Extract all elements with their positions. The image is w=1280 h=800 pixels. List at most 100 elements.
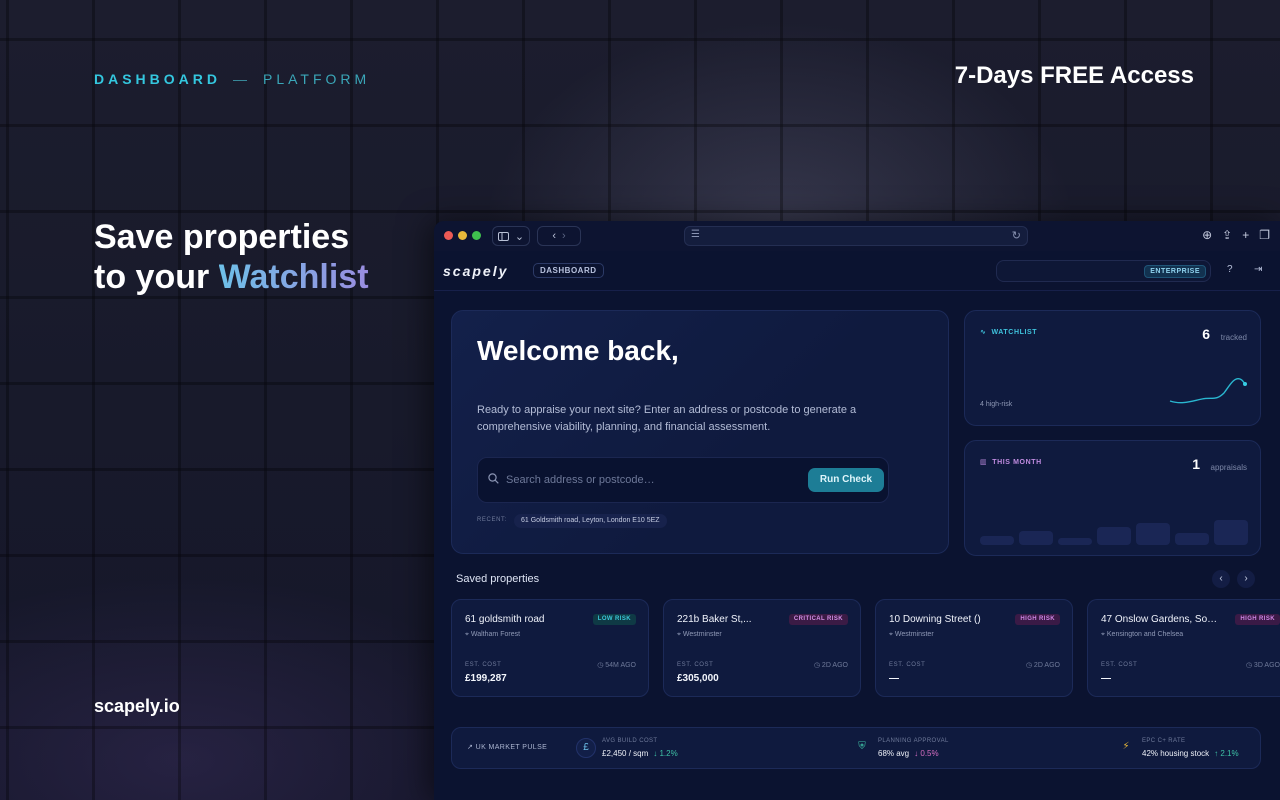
month-bar	[1097, 527, 1131, 545]
section-pill: DASHBOARD	[533, 263, 604, 278]
headline-line-2: to your Watchlist	[94, 257, 369, 297]
property-name: 221b Baker St,...	[677, 614, 752, 625]
property-card[interactable]: 10 Downing Street () ⌖ Westminster HIGH …	[875, 599, 1073, 697]
account-switcher[interactable]: ENTERPRISE	[996, 260, 1211, 282]
search-input[interactable]	[506, 472, 796, 488]
risk-badge: LOW RISK	[592, 614, 636, 625]
metric-change: ↑ 2.1%	[1214, 749, 1239, 758]
maximize-window-dot[interactable]	[472, 231, 481, 240]
property-location-text: Waltham Forest	[470, 631, 521, 638]
property-card[interactable]: 61 goldsmith road ⌖ Waltham Forest LOW R…	[451, 599, 649, 697]
month-bar	[1175, 533, 1209, 545]
address-bar[interactable]: ☰ ↻	[684, 226, 1028, 246]
risk-badge: HIGH RISK	[1235, 614, 1280, 625]
updated-ago: ◷ 2D AGO	[814, 661, 848, 669]
property-location-text: Westminster	[682, 631, 722, 638]
cost-label: EST. COST	[677, 662, 714, 668]
run-check-button[interactable]: Run Check	[808, 468, 884, 492]
clock-icon: ◷	[1025, 662, 1034, 669]
month-bar	[1214, 520, 1248, 545]
close-window-dot[interactable]	[444, 231, 453, 240]
property-location: ⌖ Westminster	[677, 631, 722, 639]
plan-badge: ENTERPRISE	[1144, 265, 1206, 278]
risk-badge: HIGH RISK	[1015, 614, 1060, 625]
updated-ago-text: 54M AGO	[605, 662, 636, 669]
section-overline: DASHBOARD — PLATFORM	[94, 71, 370, 87]
this-month-card[interactable]: ▥ THIS MONTH 1 appraisals	[964, 440, 1261, 556]
search-icon	[488, 473, 499, 484]
page-settings-icon[interactable]: ☰	[691, 229, 700, 240]
cost-label: EST. COST	[1101, 662, 1138, 668]
updated-ago: ◷ 2D AGO	[1026, 661, 1060, 669]
help-icon[interactable]: ?	[1227, 264, 1233, 275]
browser-actions: ⊕ ⇪ + ❐	[1202, 228, 1270, 242]
new-tab-icon[interactable]: +	[1242, 228, 1249, 242]
estimated-cost: £199,287	[465, 673, 507, 684]
clock-icon: ◷	[1245, 662, 1254, 669]
metric-value: 42% housing stock ↑ 2.1%	[1142, 749, 1239, 758]
tabs-overview-icon[interactable]: ❐	[1259, 228, 1270, 242]
share-icon[interactable]: ⇪	[1222, 228, 1232, 242]
next-arrow-button[interactable]: ›	[1237, 570, 1255, 588]
pound-icon: £	[576, 738, 596, 758]
property-name: 61 goldsmith road	[465, 614, 545, 625]
activity-icon: ∿	[980, 329, 987, 336]
this-month-title-text: THIS MONTH	[992, 459, 1042, 466]
download-icon[interactable]: ⊕	[1202, 228, 1212, 242]
property-location: ⌖ Kensington and Chelsea	[1101, 631, 1183, 639]
app-logo[interactable]: scapely	[443, 263, 508, 279]
watchlist-title-text: WATCHLIST	[991, 329, 1038, 336]
overline-primary: DASHBOARD	[94, 71, 221, 87]
market-pulse-label: ↗ UK MARKET PULSE	[467, 743, 547, 751]
welcome-description: Ready to appraise your next site? Enter …	[477, 404, 857, 433]
headline-prefix: to your	[94, 258, 219, 296]
estimated-cost: —	[889, 673, 899, 684]
overline-secondary: PLATFORM	[263, 71, 371, 87]
recent-search-chip[interactable]: 61 Goldsmith road, Leyton, London E10 5E…	[514, 514, 667, 528]
watchlist-unit: tracked	[1220, 333, 1247, 342]
welcome-title: Welcome back,	[477, 335, 679, 366]
metric-label: AVG BUILD COST	[602, 738, 658, 744]
site-url: scapely.io	[94, 696, 180, 716]
market-pulse-label-text: UK MARKET PULSE	[475, 744, 548, 751]
metric-value-text: 68% avg	[878, 749, 910, 758]
clock-icon: ◷	[813, 662, 822, 669]
logout-icon[interactable]: ⇥	[1254, 264, 1262, 275]
sidebar-toggle-button[interactable]: ⌄	[492, 226, 530, 246]
property-location: ⌖ Westminster	[889, 631, 934, 639]
browser-window: ⌄ ‹ › ☰ ↻ ⊕ ⇪ + ❐ scapely DASHBOARD ENTE…	[434, 221, 1280, 800]
watchlist-sparkline	[1169, 378, 1247, 404]
headline-line-1: Save properties	[94, 218, 350, 256]
bolt-icon: ⚡	[1122, 741, 1130, 752]
estimated-cost: £305,000	[677, 673, 719, 684]
promo-text: 7-Days FREE Access	[954, 62, 1194, 89]
property-card[interactable]: 47 Onslow Gardens, Sou... ⌖ Kensington a…	[1087, 599, 1280, 697]
property-location-text: Kensington and Chelsea	[1106, 631, 1184, 638]
metric-value: £2,450 / sqm ↓ 1.2%	[602, 749, 678, 758]
previous-arrow-button[interactable]: ‹	[1212, 570, 1230, 588]
watchlist-subtext: 4 high-risk	[980, 401, 1013, 408]
month-bar	[1058, 538, 1092, 545]
updated-ago-text: 2D AGO	[821, 662, 848, 669]
sidebar-icon	[497, 231, 509, 241]
month-bar	[980, 536, 1014, 545]
minimize-window-dot[interactable]	[458, 231, 467, 240]
watchlist-count: 6	[1202, 326, 1210, 342]
property-card[interactable]: 221b Baker St,... ⌖ Westminster CRITICAL…	[663, 599, 861, 697]
metric-change: ↓ 1.2%	[653, 749, 678, 758]
shield-icon: ⛨	[858, 741, 866, 752]
metric-value-text: 42% housing stock	[1142, 749, 1210, 758]
updated-ago-text: 2D AGO	[1033, 662, 1060, 669]
forward-icon[interactable]: ›	[562, 230, 566, 242]
watchlist-card[interactable]: ∿ WATCHLIST 6 tracked 4 high-risk	[964, 310, 1261, 426]
overline-dash: —	[233, 71, 251, 87]
property-name: 10 Downing Street ()	[889, 614, 981, 625]
back-icon[interactable]: ‹	[552, 230, 556, 242]
app-header: scapely DASHBOARD ENTERPRISE ? ⇥	[434, 251, 1280, 291]
month-bar	[1019, 531, 1053, 545]
metric-value: 68% avg ↓ 0.5%	[878, 749, 939, 758]
property-name: 47 Onslow Gardens, Sou...	[1101, 614, 1221, 625]
reload-icon[interactable]: ↻	[1012, 229, 1021, 242]
bar-chart-icon: ▥	[980, 459, 988, 466]
property-location: ⌖ Waltham Forest	[465, 631, 520, 639]
